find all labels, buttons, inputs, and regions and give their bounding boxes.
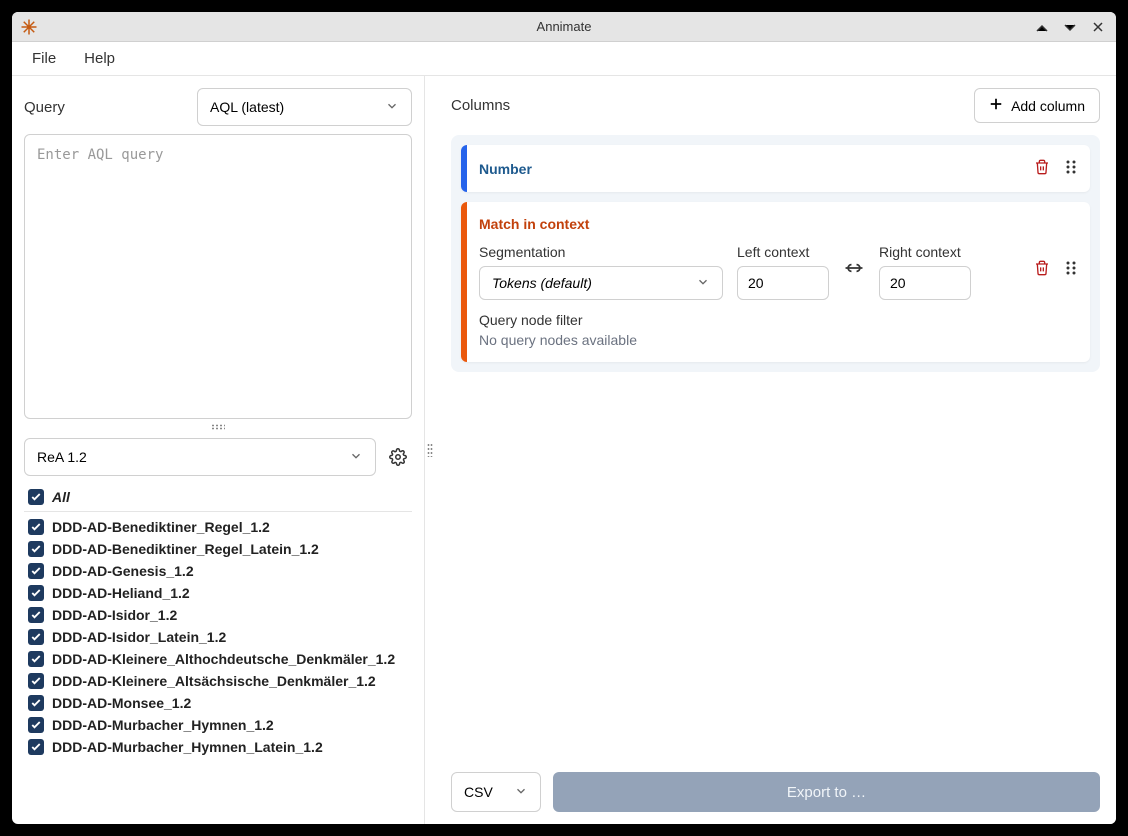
- corpus-label: DDD-AD-Monsee_1.2: [52, 695, 191, 711]
- query-language-value: AQL (latest): [210, 99, 284, 115]
- corpus-row[interactable]: DDD-AD-Benediktiner_Regel_Latein_1.2: [24, 538, 412, 560]
- checkbox[interactable]: [28, 489, 44, 505]
- query-input[interactable]: [24, 134, 412, 419]
- corpus-label: DDD-AD-Benediktiner_Regel_Latein_1.2: [52, 541, 319, 557]
- card-title: Match in context: [479, 216, 589, 232]
- minimize-button[interactable]: [1032, 17, 1052, 37]
- column-card-context: Match in context Segmentation Tokens (de…: [461, 202, 1090, 362]
- checkbox[interactable]: [28, 651, 44, 667]
- checkbox[interactable]: [28, 739, 44, 755]
- filter-label: Query node filter: [479, 312, 1078, 328]
- corpus-label: DDD-AD-Murbacher_Hymnen_Latein_1.2: [52, 739, 323, 755]
- window-title: Annimate: [537, 19, 592, 34]
- corpus-row[interactable]: DDD-AD-Kleinere_Althochdeutsche_Denkmäle…: [24, 648, 412, 670]
- app-icon: [20, 18, 38, 36]
- delete-button[interactable]: [1034, 260, 1050, 279]
- corpus-row[interactable]: DDD-AD-Isidor_Latein_1.2: [24, 626, 412, 648]
- close-button[interactable]: [1088, 17, 1108, 37]
- corpus-row[interactable]: DDD-AD-Genesis_1.2: [24, 560, 412, 582]
- segmentation-select[interactable]: Tokens (default): [479, 266, 723, 300]
- query-language-select[interactable]: AQL (latest): [197, 88, 412, 126]
- filter-empty-text: No query nodes available: [479, 332, 1078, 348]
- checkbox[interactable]: [28, 717, 44, 733]
- query-label: Query: [24, 99, 65, 116]
- add-column-label: Add column: [1011, 98, 1085, 114]
- corpus-label: DDD-AD-Murbacher_Hymnen_1.2: [52, 717, 274, 733]
- right-context-input[interactable]: [879, 266, 971, 300]
- link-icon[interactable]: [843, 261, 865, 278]
- corpus-label: DDD-AD-Isidor_1.2: [52, 607, 177, 623]
- checkbox[interactable]: [28, 541, 44, 557]
- left-panel: Query AQL (latest) ReA 1.2: [12, 76, 425, 824]
- corpus-row[interactable]: DDD-AD-Murbacher_Hymnen_Latein_1.2: [24, 736, 412, 758]
- left-context-input[interactable]: [737, 266, 829, 300]
- chevron-down-icon: [696, 275, 710, 292]
- corpus-set-value: ReA 1.2: [37, 449, 87, 465]
- settings-button[interactable]: [384, 443, 412, 471]
- corpus-row-all[interactable]: All: [24, 486, 412, 512]
- corpus-row[interactable]: DDD-AD-Murbacher_Hymnen_1.2: [24, 714, 412, 736]
- corpus-label: DDD-AD-Genesis_1.2: [52, 563, 194, 579]
- horizontal-splitter[interactable]: [12, 422, 424, 432]
- card-title: Number: [479, 161, 532, 177]
- corpus-row[interactable]: DDD-AD-Isidor_1.2: [24, 604, 412, 626]
- corpus-label: DDD-AD-Kleinere_Altsächsische_Denkmäler_…: [52, 673, 376, 689]
- corpus-label: DDD-AD-Isidor_Latein_1.2: [52, 629, 226, 645]
- right-context-label: Right context: [879, 244, 971, 260]
- checkbox[interactable]: [28, 695, 44, 711]
- segmentation-label: Segmentation: [479, 244, 723, 260]
- titlebar: Annimate: [12, 12, 1116, 42]
- corpus-set-select[interactable]: ReA 1.2: [24, 438, 376, 476]
- drag-handle[interactable]: [1064, 159, 1078, 178]
- corpus-row[interactable]: DDD-AD-Heliand_1.2: [24, 582, 412, 604]
- corpus-label: DDD-AD-Kleinere_Althochdeutsche_Denkmäle…: [52, 651, 395, 667]
- vertical-splitter[interactable]: [425, 76, 435, 824]
- right-panel: Columns Add column Number: [435, 76, 1116, 824]
- chevron-down-icon: [514, 784, 528, 801]
- columns-label: Columns: [451, 97, 510, 114]
- checkbox[interactable]: [28, 519, 44, 535]
- corpus-list: All DDD-AD-Benediktiner_Regel_1.2 DDD-AD-B…: [24, 486, 412, 824]
- column-card-number: Number: [461, 145, 1090, 192]
- delete-button[interactable]: [1034, 159, 1050, 178]
- checkbox[interactable]: [28, 563, 44, 579]
- checkbox[interactable]: [28, 585, 44, 601]
- corpus-label: DDD-AD-Heliand_1.2: [52, 585, 190, 601]
- checkbox[interactable]: [28, 607, 44, 623]
- corpus-row[interactable]: DDD-AD-Benediktiner_Regel_1.2: [24, 516, 412, 538]
- plus-icon: [989, 97, 1003, 114]
- menubar: File Help: [12, 42, 1116, 76]
- maximize-button[interactable]: [1060, 17, 1080, 37]
- drag-handle[interactable]: [1064, 260, 1078, 279]
- checkbox[interactable]: [28, 629, 44, 645]
- chevron-down-icon: [349, 449, 363, 466]
- add-column-button[interactable]: Add column: [974, 88, 1100, 123]
- menu-help[interactable]: Help: [72, 44, 127, 73]
- corpus-row[interactable]: DDD-AD-Monsee_1.2: [24, 692, 412, 714]
- left-context-label: Left context: [737, 244, 829, 260]
- corpus-label: All: [52, 489, 70, 505]
- corpus-label: DDD-AD-Benediktiner_Regel_1.2: [52, 519, 270, 535]
- export-button[interactable]: Export to …: [553, 772, 1100, 812]
- chevron-down-icon: [385, 99, 399, 116]
- menu-file[interactable]: File: [20, 44, 68, 73]
- corpus-row[interactable]: DDD-AD-Kleinere_Altsächsische_Denkmäler_…: [24, 670, 412, 692]
- checkbox[interactable]: [28, 673, 44, 689]
- export-format-select[interactable]: CSV: [451, 772, 541, 812]
